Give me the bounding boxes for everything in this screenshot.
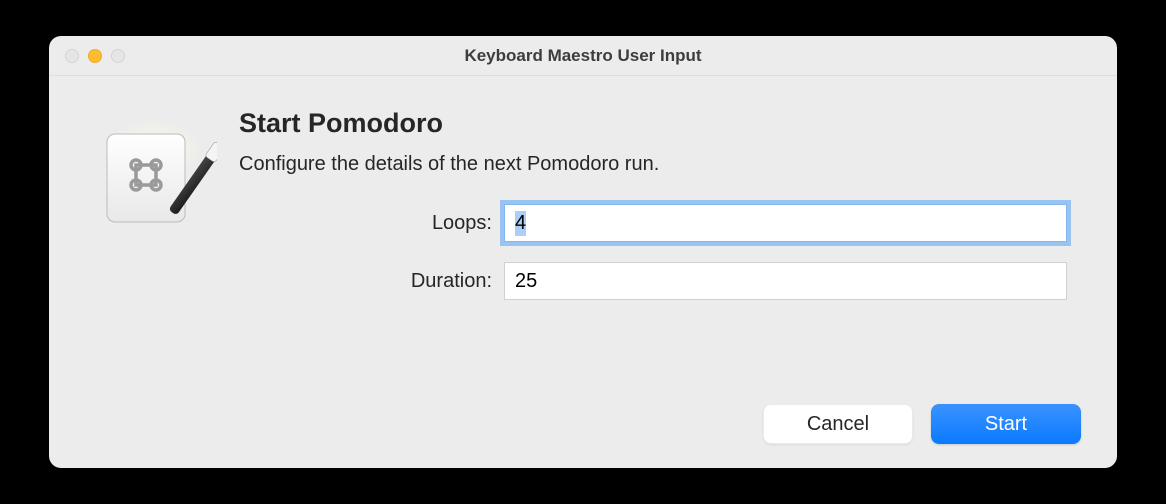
dialog-content: Start Pomodoro Configure the details of … [49, 76, 1117, 320]
dialog-description: Configure the details of the next Pomodo… [239, 153, 1067, 176]
close-window-button[interactable] [65, 49, 79, 63]
form-area: Start Pomodoro Configure the details of … [239, 104, 1067, 320]
minimize-window-button[interactable] [88, 49, 102, 63]
app-icon-container [89, 104, 239, 320]
loops-input[interactable]: 4 [504, 204, 1067, 242]
titlebar: Keyboard Maestro User Input [49, 36, 1117, 76]
dialog-heading: Start Pomodoro [239, 108, 1067, 139]
start-button[interactable]: Start [931, 404, 1081, 444]
button-row: Cancel Start [763, 404, 1081, 444]
dialog-window: Keyboard Maestro User Input [49, 36, 1117, 468]
duration-label: Duration: [239, 270, 504, 293]
duration-row: Duration: 25 [239, 262, 1067, 300]
duration-input[interactable]: 25 [504, 262, 1067, 300]
cancel-button[interactable]: Cancel [763, 404, 913, 444]
loops-label: Loops: [239, 212, 504, 235]
window-controls [65, 49, 125, 63]
maximize-window-button[interactable] [111, 49, 125, 63]
loops-row: Loops: 4 [239, 204, 1067, 242]
loops-value: 4 [515, 211, 526, 236]
duration-value: 25 [515, 270, 537, 293]
window-title: Keyboard Maestro User Input [49, 46, 1117, 66]
app-icon [89, 110, 217, 238]
